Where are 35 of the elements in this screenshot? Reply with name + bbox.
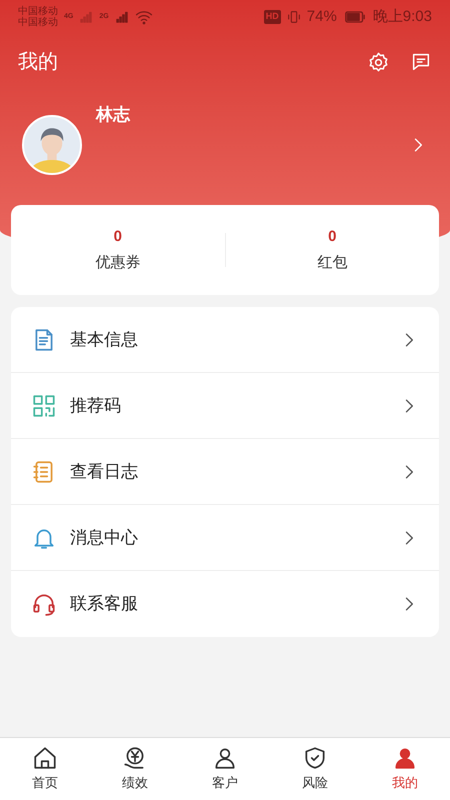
profile-row[interactable]: 林志 — [0, 90, 450, 205]
stat-item[interactable]: 0 红包 — [226, 226, 439, 274]
stat-value: 0 — [328, 226, 336, 246]
menu-label: 消息中心 — [70, 526, 139, 549]
carrier-name: 中国移动 — [18, 17, 58, 28]
menu-label: 联系客服 — [70, 593, 139, 616]
signal-icon — [79, 10, 94, 24]
menu-item[interactable]: 查看日志 — [11, 439, 439, 505]
tab-item[interactable]: 首页 — [0, 738, 90, 800]
home-icon — [32, 745, 58, 772]
menu-label: 推荐码 — [70, 394, 122, 417]
menu-label: 查看日志 — [70, 460, 139, 483]
menu-item[interactable]: 消息中心 — [11, 505, 439, 571]
menu-label: 基本信息 — [70, 328, 139, 351]
hd-badge: HD — [264, 10, 281, 24]
stat-label: 红包 — [317, 253, 348, 273]
tab-item[interactable]: 风险 — [270, 738, 360, 800]
message-icon[interactable] — [410, 51, 432, 73]
battery-percent: 74% — [306, 6, 337, 27]
menu-item[interactable]: 基本信息 — [11, 307, 439, 373]
user-name: 林志 — [96, 105, 130, 124]
stat-item[interactable]: 0 优惠券 — [11, 226, 224, 274]
menu-item[interactable]: 联系客服 — [11, 571, 439, 637]
page-title: 我的 — [18, 50, 58, 75]
vibrate-icon — [286, 9, 302, 25]
tab-item[interactable]: 客户 — [180, 738, 270, 800]
signal-icon — [114, 10, 129, 24]
clock-time: 晚上9:03 — [372, 6, 432, 27]
carrier-name: 中国移动 — [18, 6, 58, 17]
menu-item[interactable]: 推荐码 — [11, 373, 439, 439]
tab-item[interactable]: 我的 — [360, 738, 450, 800]
stat-label: 优惠券 — [95, 253, 140, 273]
stat-value: 0 — [114, 226, 122, 246]
settings-icon[interactable] — [367, 50, 390, 74]
tab-item[interactable]: 绩效 — [90, 738, 180, 800]
